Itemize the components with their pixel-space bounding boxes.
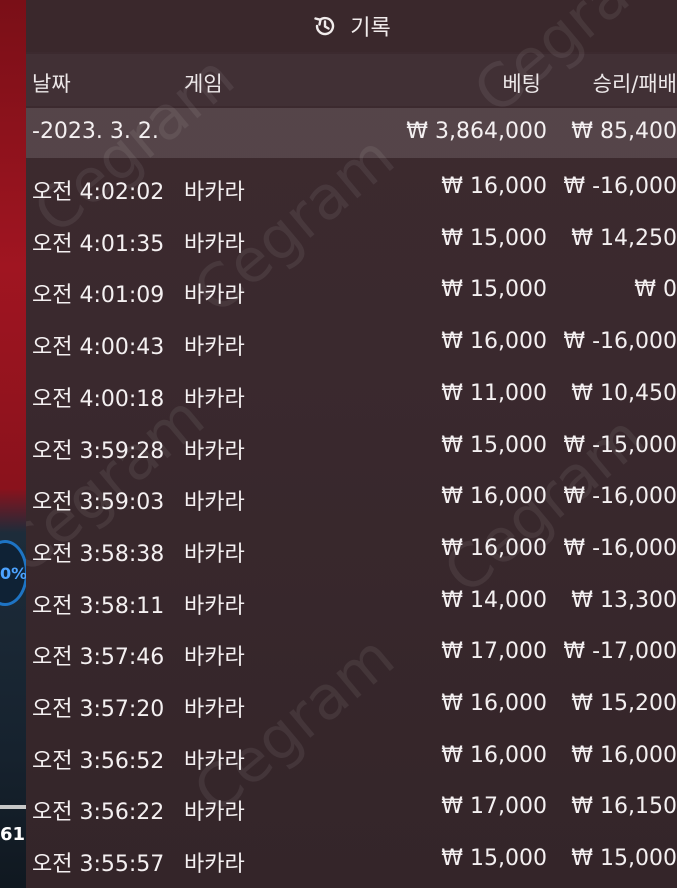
row-win-loss: ₩ -16,000 — [563, 329, 677, 355]
row-bet: ₩ 16,000 — [441, 691, 547, 716]
row-bet: ₩ 16,000 — [441, 329, 547, 355]
row-win-loss: ₩ -16,000 — [563, 535, 677, 561]
history-header: 기록 — [26, 0, 677, 52]
row-bet: ₩ 14,000 — [441, 587, 547, 613]
row-win-loss: ₩ 14,250 — [571, 225, 677, 251]
list-item[interactable]: 오전 3:56:22 바카라 ₩ 17,000 ₩ 16,150 — [26, 783, 677, 834]
row-time: 오전 3:58:38 — [32, 541, 165, 567]
list-item[interactable]: 오전 3:58:11 바카라 ₩ 14,000 ₩ 13,300 — [26, 577, 677, 628]
screen: 0% 61 기록 날짜 게임 베팅 승리/패배 -2023. 3. 2. ₩ 3… — [0, 0, 677, 888]
summary-bet: ₩ 3,864,000 — [406, 119, 547, 144]
column-game[interactable]: 게임 — [184, 68, 223, 98]
background-game-edge: 0% 61 — [0, 0, 28, 888]
list-item[interactable]: 오전 3:57:46 바카라 ₩ 17,000 ₩ -17,000 — [26, 628, 677, 679]
row-time: 오전 3:55:57 — [32, 852, 165, 878]
row-game: 바카라 — [184, 541, 245, 567]
row-win-loss: ₩ 13,300 — [571, 587, 677, 613]
column-win-loss[interactable]: 승리/패배 — [593, 68, 677, 98]
row-win-loss: ₩ 16,000 — [571, 742, 677, 768]
row-time: 오전 4:02:02 — [32, 180, 165, 205]
row-game: 바카라 — [184, 593, 245, 619]
row-game: 바카라 — [184, 697, 245, 722]
row-win-loss: ₩ 0 — [634, 277, 677, 303]
list-item[interactable]: 오전 3:59:03 바카라 ₩ 16,000 ₩ -16,000 — [26, 473, 677, 524]
summary-row[interactable]: -2023. 3. 2. ₩ 3,864,000 ₩ 85,400 — [26, 108, 677, 158]
row-win-loss: ₩ 16,150 — [571, 794, 677, 820]
column-bet[interactable]: 베팅 — [502, 68, 541, 98]
row-game: 바카라 — [184, 645, 245, 671]
table-header: 날짜 게임 베팅 승리/패배 — [26, 54, 677, 106]
row-time: 오전 3:58:11 — [32, 593, 165, 619]
background-divider — [0, 805, 26, 809]
row-game: 바카라 — [184, 490, 245, 516]
row-time: 오전 3:57:20 — [32, 697, 165, 722]
row-time: 오전 4:00:18 — [32, 386, 165, 412]
row-game: 바카라 — [184, 438, 245, 464]
row-bet: ₩ 11,000 — [441, 380, 547, 406]
row-time: 오전 3:56:52 — [32, 748, 165, 774]
list-item[interactable]: 오전 3:59:28 바카라 ₩ 15,000 ₩ -15,000 — [26, 422, 677, 473]
row-bet: ₩ 16,000 — [441, 484, 547, 510]
row-bet: ₩ 17,000 — [441, 794, 547, 820]
row-win-loss: ₩ 15,200 — [571, 691, 677, 716]
row-game: 바카라 — [184, 283, 245, 309]
list-item[interactable]: 오전 4:02:02 바카라 ₩ 16,000 ₩ -16,000 — [26, 163, 677, 214]
list-item[interactable]: 오전 3:57:20 바카라 ₩ 16,000 ₩ 15,200 — [26, 680, 677, 731]
row-bet: ₩ 16,000 — [441, 535, 547, 561]
list-item[interactable]: 오전 3:55:57 바카라 ₩ 15,000 ₩ 15,000 — [26, 835, 677, 886]
row-game: 바카라 — [184, 335, 245, 361]
row-win-loss: ₩ 10,450 — [571, 380, 677, 406]
history-icon — [312, 13, 338, 39]
list-item[interactable]: 오전 4:00:43 바카라 ₩ 16,000 ₩ -16,000 — [26, 318, 677, 369]
row-bet: ₩ 16,000 — [441, 174, 547, 199]
row-win-loss: ₩ -16,000 — [563, 174, 677, 199]
row-bet: ₩ 15,000 — [441, 225, 547, 251]
row-time: 오전 3:59:03 — [32, 490, 165, 516]
row-game: 바카라 — [184, 386, 245, 412]
row-game: 바카라 — [184, 800, 245, 826]
row-bet: ₩ 15,000 — [441, 277, 547, 303]
list-item[interactable]: 오전 4:01:09 바카라 ₩ 15,000 ₩ 0 — [26, 266, 677, 317]
row-game: 바카라 — [184, 231, 245, 257]
row-time: 오전 4:01:35 — [32, 231, 165, 257]
row-game: 바카라 — [184, 748, 245, 774]
row-time: 오전 4:01:09 — [32, 283, 165, 309]
background-number: 61 — [0, 824, 26, 845]
row-win-loss: ₩ -17,000 — [563, 639, 677, 665]
row-time: 오전 3:56:22 — [32, 800, 165, 826]
summary-date: -2023. 3. 2. — [32, 119, 159, 144]
list-item[interactable]: 오전 4:01:35 바카라 ₩ 15,000 ₩ 14,250 — [26, 215, 677, 266]
row-win-loss: ₩ -16,000 — [563, 484, 677, 510]
row-win-loss: ₩ 15,000 — [571, 846, 677, 872]
history-panel: 기록 날짜 게임 베팅 승리/패배 -2023. 3. 2. ₩ 3,864,0… — [26, 0, 677, 888]
row-bet: ₩ 16,000 — [441, 742, 547, 768]
row-bet: ₩ 15,000 — [441, 432, 547, 458]
summary-win-loss: ₩ 85,400 — [571, 119, 677, 144]
list-item[interactable]: 오전 3:58:38 바카라 ₩ 16,000 ₩ -16,000 — [26, 525, 677, 576]
row-game: 바카라 — [184, 180, 245, 205]
row-bet: ₩ 15,000 — [441, 846, 547, 872]
history-title: 기록 — [350, 16, 391, 41]
row-time: 오전 3:59:28 — [32, 438, 165, 464]
row-game: 바카라 — [184, 852, 245, 878]
row-win-loss: ₩ -15,000 — [563, 432, 677, 458]
background-percent: 0% — [0, 564, 28, 583]
row-time: 오전 3:57:46 — [32, 645, 165, 671]
row-bet: ₩ 17,000 — [441, 639, 547, 665]
column-date[interactable]: 날짜 — [32, 68, 71, 98]
row-time: 오전 4:00:43 — [32, 335, 165, 361]
list-item[interactable]: 오전 3:56:52 바카라 ₩ 16,000 ₩ 16,000 — [26, 732, 677, 783]
list-item[interactable]: 오전 4:00:18 바카라 ₩ 11,000 ₩ 10,450 — [26, 370, 677, 421]
